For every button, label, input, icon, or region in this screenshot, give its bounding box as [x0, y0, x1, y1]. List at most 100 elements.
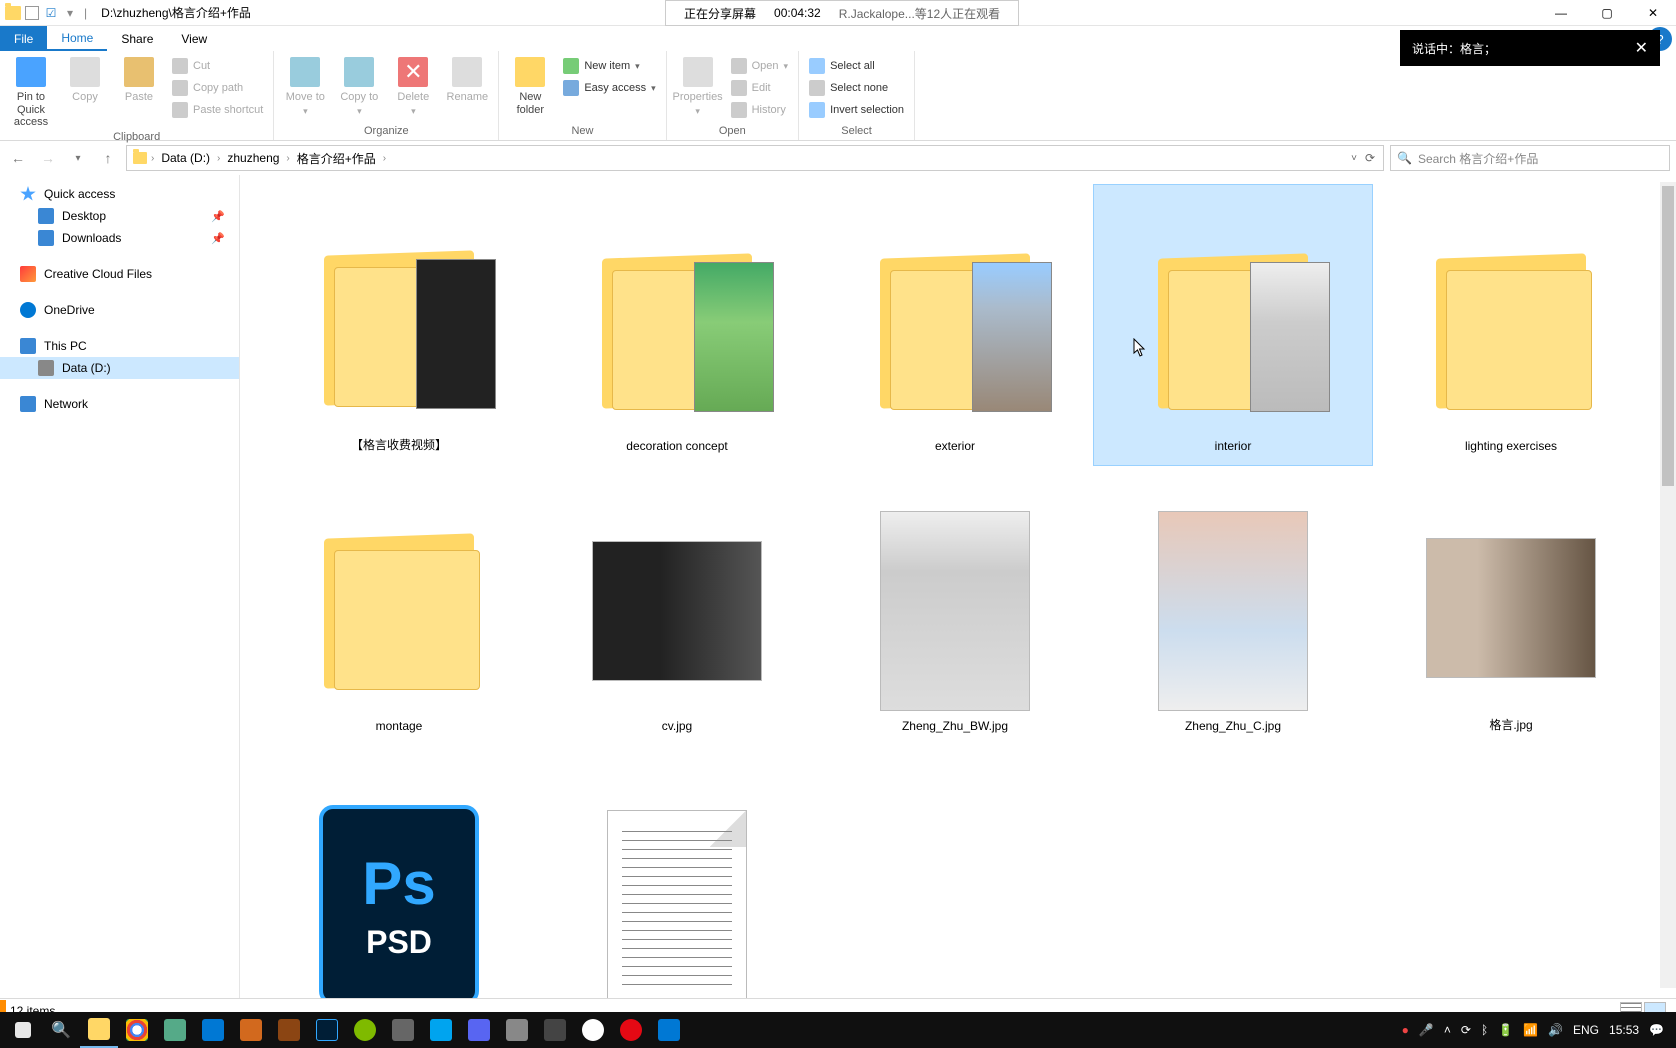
tray-chevron-up-icon[interactable]: ˄ [1444, 1023, 1451, 1037]
copy-to-button[interactable]: Copy to▾ [334, 53, 384, 116]
taskbar-app-1[interactable] [156, 1012, 194, 1048]
close-button[interactable]: ✕ [1630, 0, 1676, 26]
taskbar-app-10[interactable] [536, 1012, 574, 1048]
file-item[interactable]: decoration concept [538, 185, 816, 465]
tab-view[interactable]: View [167, 26, 221, 51]
file-item[interactable]: Zheng_Zhu_BW.jpg [816, 465, 1094, 745]
dropdown-icon[interactable]: ˅ [1351, 153, 1357, 164]
taskbar-app-7[interactable] [422, 1012, 460, 1048]
content-pane[interactable]: 【格言收费视频】decoration conceptexteriorinteri… [240, 175, 1676, 998]
start-button[interactable] [4, 1012, 42, 1048]
taskbar-app-9[interactable] [498, 1012, 536, 1048]
tray-wifi-icon[interactable]: 📶 [1523, 1023, 1538, 1037]
select-none-button[interactable]: Select none [805, 78, 908, 98]
search-button[interactable]: 🔍 [42, 1012, 80, 1048]
tab-home[interactable]: Home [47, 26, 107, 51]
taskbar-photoshop[interactable] [308, 1012, 346, 1048]
rename-button[interactable]: Rename [442, 53, 492, 104]
cut-button[interactable]: Cut [168, 56, 267, 76]
breadcrumb-2[interactable]: 格言介绍+作品 [292, 150, 381, 167]
tray-bluetooth-icon[interactable]: ᛒ [1481, 1023, 1488, 1037]
pin-to-quick-access-button[interactable]: Pin to Quick access [6, 53, 56, 129]
file-item[interactable]: Zheng_Zhu_C.jpg [1094, 465, 1372, 745]
taskbar-app-12[interactable] [612, 1012, 650, 1048]
file-item[interactable]: PsPSD [260, 745, 538, 998]
paste-button[interactable]: Paste [114, 53, 164, 104]
scrollbar-thumb[interactable] [1662, 186, 1674, 486]
address-bar[interactable]: › Data (D:) › zhuzheng › 格言介绍+作品 › ˅ ⟳ [126, 145, 1384, 171]
tray-sync-icon[interactable]: ⟳ [1461, 1023, 1471, 1037]
properties-button[interactable]: Properties▾ [673, 53, 723, 116]
qat-save-icon[interactable] [25, 6, 39, 20]
taskbar-app-11[interactable] [574, 1012, 612, 1048]
forward-button[interactable]: → [36, 146, 60, 170]
invert-selection-button[interactable]: Invert selection [805, 100, 908, 120]
sidebar-data-d[interactable]: Data (D:) [0, 357, 239, 379]
tray-ime[interactable]: ENG [1573, 1023, 1599, 1037]
file-thumbnail [592, 231, 762, 431]
qat-undo-icon[interactable]: ☑ [42, 4, 60, 22]
copy-path-button[interactable]: Copy path [168, 78, 267, 98]
taskbar-app-2[interactable] [194, 1012, 232, 1048]
edit-button[interactable]: Edit [727, 78, 792, 98]
tray-time[interactable]: 15:53 [1609, 1023, 1639, 1037]
sidebar-desktop[interactable]: Desktop📌 [0, 205, 239, 227]
file-item[interactable]: exterior [816, 185, 1094, 465]
toast-close-button[interactable]: ✕ [1635, 38, 1648, 58]
open-button[interactable]: Open ▾ [727, 56, 792, 76]
paste-shortcut-button[interactable]: Paste shortcut [168, 100, 267, 120]
tab-share[interactable]: Share [107, 26, 167, 51]
sidebar-creative-cloud[interactable]: Creative Cloud Files [0, 263, 239, 285]
select-all-button[interactable]: Select all [805, 56, 908, 76]
file-item[interactable] [538, 745, 816, 998]
file-item[interactable]: montage [260, 465, 538, 745]
taskbar-app-3[interactable] [232, 1012, 270, 1048]
taskbar-app-6[interactable] [384, 1012, 422, 1048]
up-button[interactable]: ↑ [96, 146, 120, 170]
taskbar-chrome[interactable] [118, 1012, 156, 1048]
chevron-right-icon[interactable]: › [383, 153, 386, 164]
move-to-button[interactable]: Move to▾ [280, 53, 330, 116]
new-item-button[interactable]: New item ▾ [559, 56, 659, 76]
history-button[interactable]: History [727, 100, 792, 120]
open-icon [731, 58, 747, 74]
sidebar-downloads[interactable]: Downloads📌 [0, 227, 239, 249]
taskbar-app-13[interactable] [650, 1012, 688, 1048]
copy-button[interactable]: Copy [60, 53, 110, 104]
recent-locations-button[interactable]: ▾ [66, 146, 90, 170]
taskbar-app-4[interactable] [270, 1012, 308, 1048]
file-item[interactable]: 【格言收费视频】 [260, 185, 538, 465]
sidebar-quick-access[interactable]: Quick access [0, 183, 239, 205]
tray-battery-icon[interactable]: 🔋 [1498, 1023, 1513, 1037]
file-item[interactable]: interior [1094, 185, 1372, 465]
vertical-scrollbar[interactable] [1660, 182, 1676, 988]
refresh-button[interactable]: ⟳ [1365, 151, 1375, 165]
new-folder-button[interactable]: New folder [505, 53, 555, 116]
search-box[interactable]: 🔍 Search 格言介绍+作品 [1390, 145, 1670, 171]
breadcrumb-root[interactable]: Data (D:) [156, 151, 215, 165]
tray-record-icon[interactable]: ● [1402, 1023, 1409, 1037]
back-button[interactable]: ← [6, 146, 30, 170]
file-item[interactable]: 格言.jpg [1372, 465, 1650, 745]
delete-button[interactable]: ✕Delete▾ [388, 53, 438, 116]
tray-mic-icon[interactable]: 🎤 [1419, 1023, 1434, 1037]
taskbar-explorer[interactable] [80, 1012, 118, 1048]
tray-notifications-icon[interactable]: 💬 [1649, 1023, 1664, 1037]
easy-access-button[interactable]: Easy access ▾ [559, 78, 659, 98]
sidebar-this-pc[interactable]: This PC [0, 335, 239, 357]
sidebar-network[interactable]: Network [0, 393, 239, 415]
file-item[interactable]: lighting exercises [1372, 185, 1650, 465]
maximize-button[interactable]: ▢ [1584, 0, 1630, 26]
chevron-right-icon[interactable]: › [286, 153, 289, 164]
minimize-button[interactable]: — [1538, 0, 1584, 26]
taskbar-app-5[interactable] [346, 1012, 384, 1048]
taskbar-app-8[interactable] [460, 1012, 498, 1048]
chevron-right-icon[interactable]: › [151, 153, 154, 164]
tray-volume-icon[interactable]: 🔊 [1548, 1023, 1563, 1037]
file-item[interactable]: cv.jpg [538, 465, 816, 745]
select-all-icon [809, 58, 825, 74]
tab-file[interactable]: File [0, 26, 47, 51]
breadcrumb-1[interactable]: zhuzheng [222, 151, 284, 165]
sidebar-onedrive[interactable]: OneDrive [0, 299, 239, 321]
chevron-right-icon[interactable]: › [217, 153, 220, 164]
